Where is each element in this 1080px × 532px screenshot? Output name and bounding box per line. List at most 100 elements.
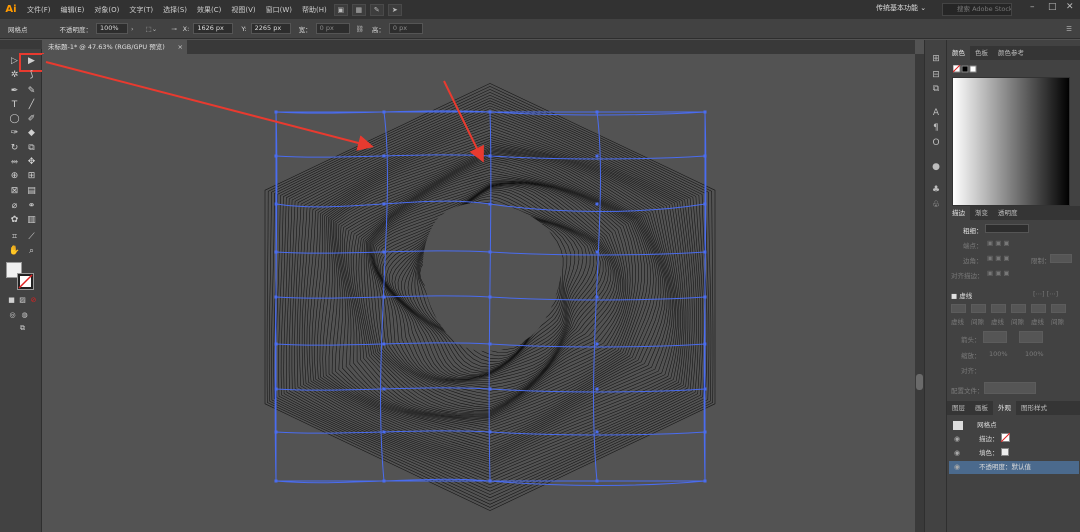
- mesh-anchor-point[interactable]: [703, 250, 707, 254]
- perspective-grid-tool-icon[interactable]: ⊞: [24, 170, 39, 182]
- mesh-anchor-point[interactable]: [488, 430, 492, 434]
- shaper-tool-icon[interactable]: ✑: [7, 127, 22, 139]
- limit-input[interactable]: [1050, 254, 1072, 263]
- menu-help[interactable]: 帮助(H): [297, 5, 332, 15]
- document-tab[interactable]: 未标题-1* @ 47.63% (RGB/GPU 预览) ×: [42, 40, 187, 54]
- mesh-anchor-point[interactable]: [488, 202, 492, 206]
- mesh-anchor-point[interactable]: [703, 387, 707, 391]
- arrange-documents-icon[interactable]: ▦: [351, 3, 366, 16]
- tab-layers[interactable]: 图层: [947, 401, 970, 415]
- dash-align-buttons[interactable]: [⋯] [⋯]: [1033, 290, 1058, 298]
- width-input[interactable]: 0 px: [315, 23, 350, 34]
- panel-menu-icon[interactable]: ☰: [1066, 25, 1072, 33]
- transform-reference-icon[interactable]: ⬚⌄: [146, 25, 158, 33]
- mesh-anchor-point[interactable]: [488, 154, 492, 158]
- type-tool-icon[interactable]: T: [7, 99, 22, 111]
- mesh-anchor-point[interactable]: [703, 154, 707, 158]
- mesh-anchor-point[interactable]: [274, 154, 278, 158]
- mesh-anchor-point[interactable]: [595, 387, 599, 391]
- paintbrush-tool-icon[interactable]: ✐: [24, 113, 39, 125]
- stock-search-input[interactable]: 搜索 Adobe Stock: [942, 3, 1012, 16]
- scale-end-value[interactable]: 100%: [1025, 350, 1044, 358]
- mesh-anchor-point[interactable]: [274, 430, 278, 434]
- tab-transparency[interactable]: 透明度: [993, 206, 1023, 220]
- symbols-panel-icon[interactable]: ♣: [930, 185, 942, 196]
- toolbar-grip[interactable]: [0, 40, 42, 49]
- appearance-opacity-row[interactable]: ◉ 不透明度：默认值: [949, 461, 1079, 474]
- lasso-tool-icon[interactable]: ⟆: [24, 69, 39, 81]
- mesh-anchor-point[interactable]: [488, 479, 492, 483]
- tab-color[interactable]: 颜色: [947, 46, 970, 60]
- profile-select[interactable]: [984, 382, 1036, 394]
- shape-builder-tool-icon[interactable]: ⊕: [7, 170, 22, 182]
- mesh-anchor-point[interactable]: [382, 387, 386, 391]
- fill-stroke-mini-icon[interactable]: [953, 65, 977, 75]
- align-panel-icon[interactable]: ⊟: [930, 70, 942, 81]
- brush-icon[interactable]: ✎: [369, 3, 384, 16]
- link-proportions-icon[interactable]: ⛓: [356, 25, 364, 33]
- draw-behind-icon[interactable]: ◍: [17, 309, 32, 321]
- mesh-anchor-point[interactable]: [488, 295, 492, 299]
- menu-window[interactable]: 窗口(W): [261, 5, 297, 15]
- gradient-tool-icon[interactable]: ▤: [24, 185, 39, 197]
- send-icon[interactable]: ➤: [387, 3, 402, 16]
- visibility-eye-icon[interactable]: ◉: [954, 433, 960, 446]
- paragraph-panel-icon[interactable]: ¶: [930, 123, 942, 134]
- mesh-anchor-point[interactable]: [274, 202, 278, 206]
- rotate-tool-icon[interactable]: ↻: [7, 142, 22, 154]
- magic-wand-tool-icon[interactable]: ✲: [7, 69, 22, 81]
- pathfinder-panel-icon[interactable]: ⧉: [930, 84, 942, 95]
- appearance-stroke-row[interactable]: ◉ 描边：: [949, 432, 1079, 446]
- mesh-anchor-point[interactable]: [488, 110, 492, 114]
- zoom-tool-icon[interactable]: ⌕: [24, 245, 39, 257]
- mesh-anchor-point[interactable]: [703, 479, 707, 483]
- dash-input-2[interactable]: [991, 304, 1006, 313]
- menu-edit[interactable]: 编辑(E): [56, 5, 90, 15]
- mesh-anchor-point[interactable]: [382, 430, 386, 434]
- scale-start-value[interactable]: 100%: [989, 350, 1008, 358]
- mesh-anchor-point[interactable]: [703, 342, 707, 346]
- minimize-icon[interactable]: –: [1030, 2, 1035, 12]
- mesh-anchor-point[interactable]: [488, 250, 492, 254]
- bridge-icon[interactable]: ▣: [333, 3, 348, 16]
- dash-input-3[interactable]: [1031, 304, 1046, 313]
- gap-input-1[interactable]: [971, 304, 986, 313]
- dash-input-1[interactable]: [951, 304, 966, 313]
- mesh-anchor-point[interactable]: [274, 110, 278, 114]
- menu-type[interactable]: 文字(T): [124, 5, 158, 15]
- y-input[interactable]: 2265 px: [250, 23, 291, 34]
- mesh-anchor-point[interactable]: [595, 110, 599, 114]
- height-input[interactable]: 0 px: [388, 23, 423, 34]
- eyedropper-tool-icon[interactable]: ⌀: [7, 200, 22, 212]
- visibility-eye-icon[interactable]: ◉: [954, 447, 960, 460]
- canvas[interactable]: [42, 54, 915, 532]
- mesh-anchor-point[interactable]: [274, 342, 278, 346]
- mesh-anchor-point[interactable]: [274, 387, 278, 391]
- mesh-tool-icon[interactable]: ⊠: [7, 185, 22, 197]
- symbol-sprayer-tool-icon[interactable]: ✿: [7, 214, 22, 226]
- tab-swatches[interactable]: 色板: [970, 46, 993, 60]
- arrowhead-end-select[interactable]: [1019, 331, 1043, 343]
- align-stroke-buttons[interactable]: ▣ ▣ ▣: [987, 269, 1010, 277]
- opacity-dropdown-icon[interactable]: ›: [131, 25, 134, 33]
- mesh-anchor-point[interactable]: [703, 110, 707, 114]
- mesh-anchor-point[interactable]: [595, 202, 599, 206]
- menu-object[interactable]: 对象(O): [89, 5, 124, 15]
- mesh-anchor-point[interactable]: [488, 342, 492, 346]
- gap-input-3[interactable]: [1051, 304, 1066, 313]
- menu-view[interactable]: 视图(V): [226, 5, 260, 15]
- mesh-anchor-point[interactable]: [595, 250, 599, 254]
- opacity-input[interactable]: 100%: [96, 23, 128, 34]
- screen-mode-icon[interactable]: ⧉: [15, 322, 30, 334]
- maximize-icon[interactable]: □: [1048, 2, 1057, 12]
- mesh-anchor-point[interactable]: [382, 295, 386, 299]
- mesh-anchor-point[interactable]: [595, 295, 599, 299]
- pen-tool-icon[interactable]: ✒: [7, 85, 22, 97]
- blend-tool-icon[interactable]: ⚭: [24, 200, 39, 212]
- tab-artboards[interactable]: 画板: [970, 401, 993, 415]
- mesh-anchor-point[interactable]: [274, 479, 278, 483]
- mesh-anchor-point[interactable]: [274, 295, 278, 299]
- mesh-artwork[interactable]: [42, 54, 915, 532]
- anchor-convert-icon[interactable]: ⊸: [171, 25, 176, 33]
- menu-effect[interactable]: 效果(C): [192, 5, 226, 15]
